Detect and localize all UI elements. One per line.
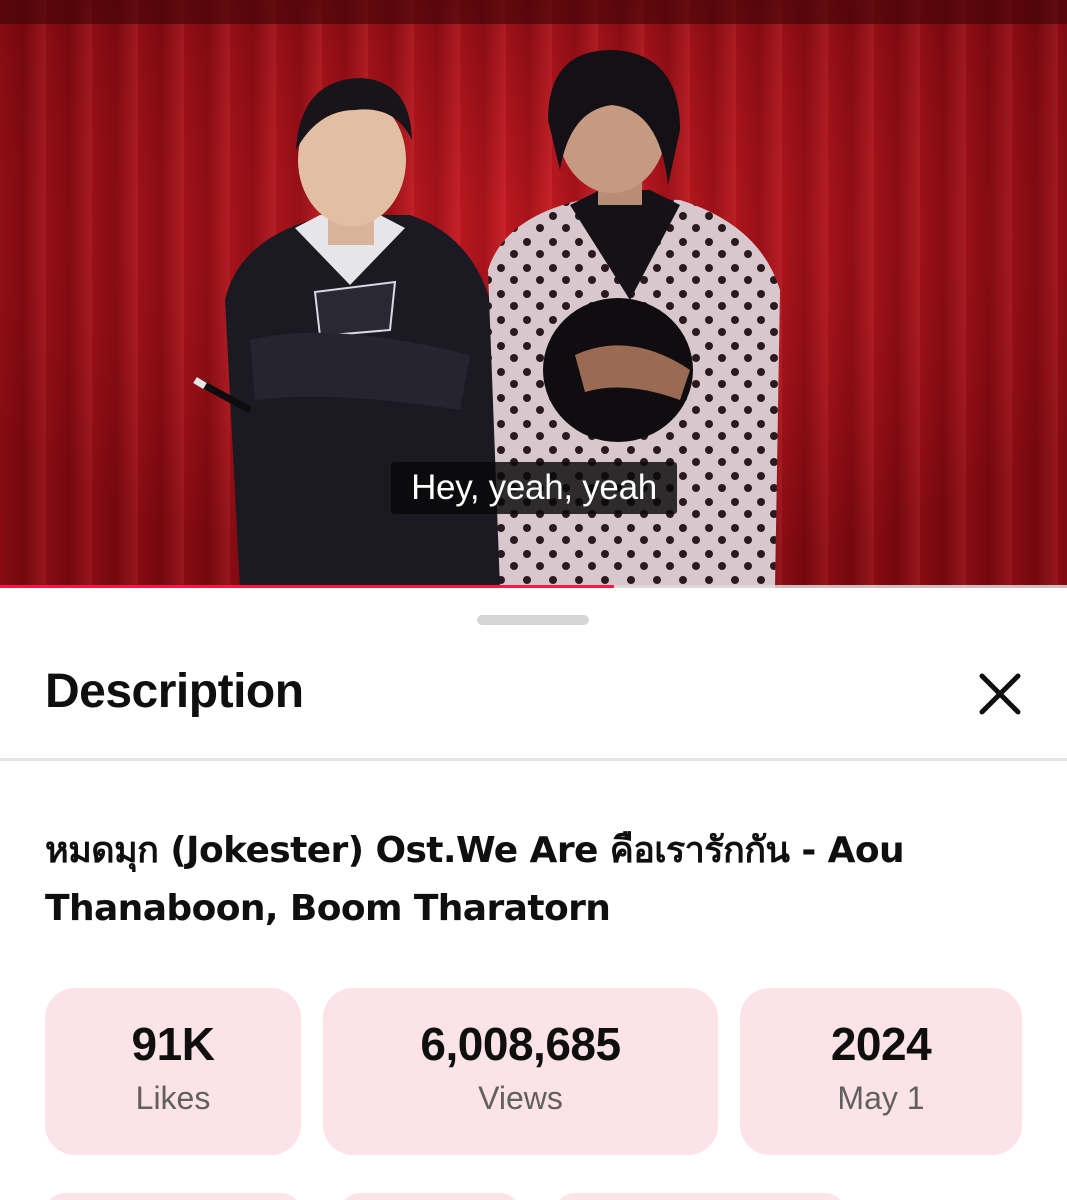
- video-progress-fill: [0, 585, 614, 588]
- date-stat[interactable]: 2024 May 1: [740, 988, 1022, 1155]
- video-caption: Hey, yeah, yeah: [391, 462, 677, 514]
- description-sheet: Description หมดมุก (Jokester) Ost.We Are…: [0, 592, 1067, 1200]
- views-stat[interactable]: 6,008,685 Views: [323, 988, 718, 1155]
- close-button[interactable]: [970, 664, 1030, 724]
- sheet-divider: [0, 758, 1067, 761]
- tag-chip[interactable]: [340, 1193, 520, 1200]
- likes-count: 91K: [131, 1018, 215, 1070]
- video-player[interactable]: Hey, yeah, yeah: [0, 0, 1067, 588]
- tag-chip[interactable]: [45, 1193, 301, 1200]
- close-icon: [979, 673, 1021, 715]
- likes-label: Likes: [135, 1080, 211, 1116]
- sheet-title: Description: [45, 665, 304, 718]
- tag-chip[interactable]: [555, 1193, 845, 1200]
- app-screen: Hey, yeah, yeah Description หมดมุก (Joke…: [0, 0, 1067, 1200]
- upload-year: 2024: [830, 1018, 932, 1070]
- likes-stat[interactable]: 91K Likes: [45, 988, 301, 1155]
- video-progress-bar[interactable]: [0, 585, 1067, 588]
- views-count: 6,008,685: [420, 1018, 621, 1070]
- video-title: หมดมุก (Jokester) Ost.We Are คือเรารักกั…: [45, 830, 905, 929]
- upload-date: May 1: [837, 1080, 925, 1116]
- views-label: Views: [478, 1080, 563, 1116]
- sheet-drag-handle[interactable]: [477, 615, 589, 625]
